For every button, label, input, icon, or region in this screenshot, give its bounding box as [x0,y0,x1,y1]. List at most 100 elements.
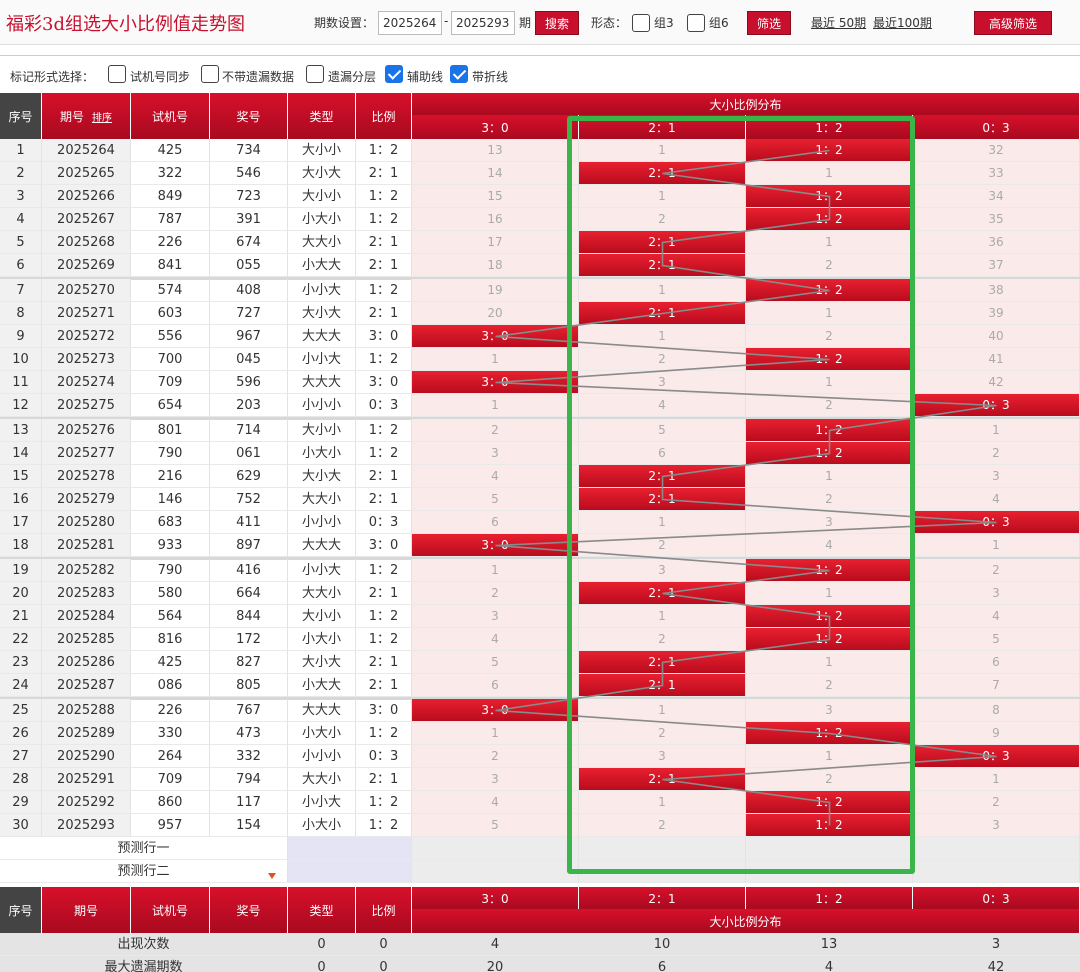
cell-seq: 25 [0,699,42,722]
dist-miss-cell: 1 [412,394,579,417]
dist-miss-cell: 5 [412,814,579,837]
group6-checkbox[interactable] [687,14,705,32]
dist-miss-cell: 1 [412,559,579,582]
cell-prize: 727 [210,302,288,325]
filter-button[interactable]: 筛选 [747,11,791,35]
cell-type: 小大小 [288,442,356,465]
cell-prize: 967 [210,325,288,348]
footer-ratio-col-2: 1：2 [746,887,913,909]
cell-ratio: 2：1 [356,231,412,254]
cell-prize: 844 [210,605,288,628]
cell-prize: 546 [210,162,288,185]
mark-label: 标记形式选择： [10,70,95,84]
cell-ratio: 1：2 [356,279,412,302]
option-label-3: 辅助线 [407,70,444,84]
dist-miss-cell: 1 [579,325,746,348]
predict-row-1-cell[interactable] [746,837,913,860]
predict-row-1-input[interactable] [288,837,412,860]
cell-trial: 425 [131,139,210,162]
group3-checkbox[interactable] [632,14,650,32]
dist-hit-cell: 2：1 [579,465,746,488]
dist-hit-cell: 1：2 [746,814,913,837]
cell-type: 小大小 [288,722,356,745]
predict-row-1-cell[interactable] [913,837,1080,860]
table-row: 19 2025282 790 416 小小大 1：2 1 3 1：2 2 [0,559,1080,582]
cell-seq: 21 [0,605,42,628]
search-button[interactable]: 搜索 [535,11,579,35]
cell-period: 2025267 [42,208,131,231]
predict-row-2-cell[interactable] [746,860,913,883]
cell-period: 2025271 [42,302,131,325]
cell-type: 小小大 [288,279,356,302]
dist-hit-cell: 1：2 [746,605,913,628]
cell-ratio: 2：1 [356,302,412,325]
cell-prize: 752 [210,488,288,511]
predict-row-1-cell[interactable] [579,837,746,860]
cell-period: 2025279 [42,488,131,511]
cell-trial: 322 [131,162,210,185]
predict-row-2-input[interactable] [288,860,412,883]
cell-trial: 860 [131,791,210,814]
option-checkbox-3[interactable] [385,65,403,83]
dist-miss-cell: 1 [412,348,579,371]
option-label-4: 带折线 [472,70,509,84]
dist-miss-cell: 13 [412,139,579,162]
cell-prize: 154 [210,814,288,837]
dist-miss-cell: 2 [746,394,913,417]
cell-trial: 683 [131,511,210,534]
dist-miss-cell: 34 [913,185,1080,208]
table-row: 9 2025272 556 967 大大大 3：0 3：0 1 2 40 [0,325,1080,348]
option-checkbox-0[interactable] [108,65,126,83]
table-row: 2 2025265 322 546 大小大 2：1 14 2：1 1 33 [0,162,1080,185]
cell-trial: 790 [131,442,210,465]
cell-period: 2025285 [42,628,131,651]
recent-50-link[interactable]: 最近 50期 [811,14,866,31]
predict-row-2-cell[interactable] [579,860,746,883]
dist-miss-cell: 5 [913,628,1080,651]
dist-miss-cell: 1 [746,371,913,394]
recent-100-link[interactable]: 最近100期 [873,14,932,31]
cell-trial: 564 [131,605,210,628]
header-ratio-col-3: 0：3 [913,115,1080,139]
sort-button[interactable]: 排序 [92,109,112,124]
table-row: 6 2025269 841 055 小大大 2：1 18 2：1 2 37 [0,254,1080,277]
dist-miss-cell: 1 [579,139,746,162]
dist-miss-cell: 4 [913,488,1080,511]
cell-period: 2025289 [42,722,131,745]
predict-row-1-cell[interactable] [412,837,579,860]
arrow-down-icon[interactable] [268,873,276,879]
dist-hit-cell: 2：1 [579,488,746,511]
cell-period: 2025282 [42,559,131,582]
cell-seq: 28 [0,768,42,791]
predict-row-2-cell[interactable] [913,860,1080,883]
cell-period: 2025269 [42,254,131,277]
option-checkbox-2[interactable] [306,65,324,83]
cell-period: 2025283 [42,582,131,605]
period-from-input[interactable]: 2025264 [378,11,442,35]
cell-seq: 17 [0,511,42,534]
table-row: 17 2025280 683 411 小小小 0：3 6 1 3 0：3 [0,511,1080,534]
dist-miss-cell: 1 [579,791,746,814]
cell-period: 2025264 [42,139,131,162]
cell-type: 大大大 [288,325,356,348]
cell-trial: 226 [131,231,210,254]
cell-prize: 794 [210,768,288,791]
cell-period: 2025280 [42,511,131,534]
predict-row-2-cell[interactable] [412,860,579,883]
advanced-filter-button[interactable]: 高级筛选 [974,11,1052,35]
stats-label: 出现次数 [0,933,288,956]
dist-miss-cell: 3 [579,371,746,394]
cell-period: 2025287 [42,674,131,697]
cell-seq: 12 [0,394,42,417]
table-row: 20 2025283 580 664 大大小 2：1 2 2：1 1 3 [0,582,1080,605]
predict-row-2-label: 预测行二 [0,860,288,883]
top-toolbar: 福彩3d组选大小比例值走势图 期数设置： 2025264 - 2025293 期… [0,0,1080,45]
option-checkbox-4[interactable] [450,65,468,83]
dist-hit-cell: 0：3 [913,394,1080,417]
dist-miss-cell: 2 [412,745,579,768]
cell-type: 小小小 [288,394,356,417]
dist-miss-cell: 1 [579,511,746,534]
dist-miss-cell: 2 [579,628,746,651]
option-checkbox-1[interactable] [201,65,219,83]
period-to-input[interactable]: 2025293 [451,11,515,35]
